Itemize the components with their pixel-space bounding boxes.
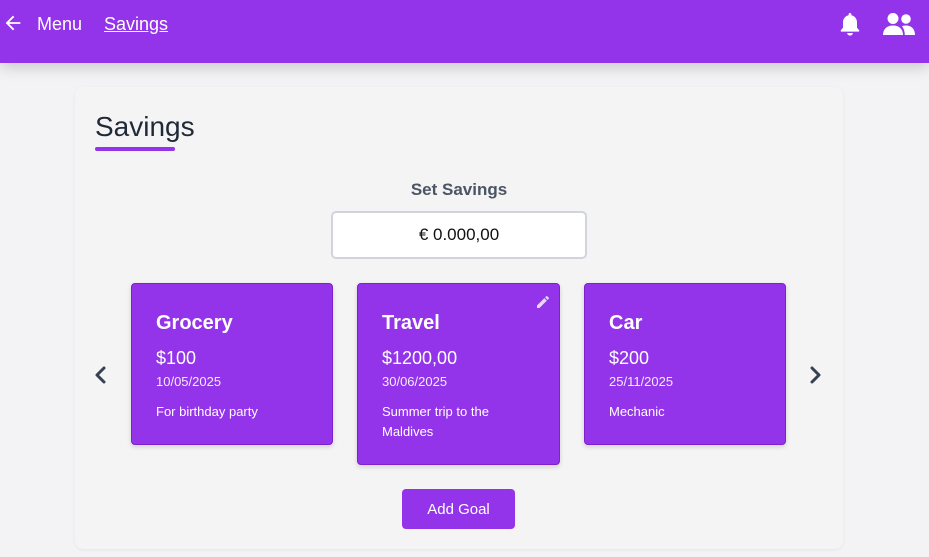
goal-amount: $100 [156, 348, 197, 368]
add-goal-button[interactable]: Add Goal [402, 489, 515, 529]
top-navbar: Menu Savings [0, 0, 929, 63]
bell-icon[interactable] [838, 11, 862, 37]
goal-card-travel[interactable]: Travel $1200,00 30/06/2025 Summer trip t… [357, 283, 560, 465]
goal-note: Summer trip to the Maldives [382, 404, 489, 439]
goal-amount: $1200,00 [382, 348, 458, 368]
set-savings-label: Set Savings [410, 180, 508, 199]
goal-card-car[interactable]: Car $200 25/11/2025 Mechanic [584, 283, 786, 445]
savings-amount-input[interactable] [331, 211, 587, 259]
back-arrow-icon[interactable] [2, 12, 24, 34]
chevron-left-icon[interactable] [93, 364, 109, 386]
goal-amount: $200 [609, 348, 650, 368]
breadcrumb-savings[interactable]: Savings [104, 14, 168, 35]
goal-date: 25/11/2025 [609, 374, 674, 389]
chevron-right-icon[interactable] [807, 364, 823, 386]
goal-date: 30/06/2025 [382, 374, 448, 389]
savings-card: Savings Set Savings Grocery $100 10/05/2… [75, 87, 843, 549]
goal-title: Grocery [156, 312, 233, 334]
edit-pencil-icon[interactable] [535, 294, 551, 310]
goal-title: Travel [382, 312, 440, 334]
goal-note: Mechanic [609, 404, 665, 419]
goal-card-grocery[interactable]: Grocery $100 10/05/2025 For birthday par… [131, 283, 333, 445]
menu-link[interactable]: Menu [37, 14, 82, 35]
goal-note: For birthday party [156, 404, 258, 419]
goal-title: Car [609, 312, 643, 334]
page-title: Savings [95, 111, 195, 142]
users-icon[interactable] [883, 12, 915, 36]
title-underline [95, 147, 175, 151]
goal-date: 10/05/2025 [156, 374, 222, 389]
